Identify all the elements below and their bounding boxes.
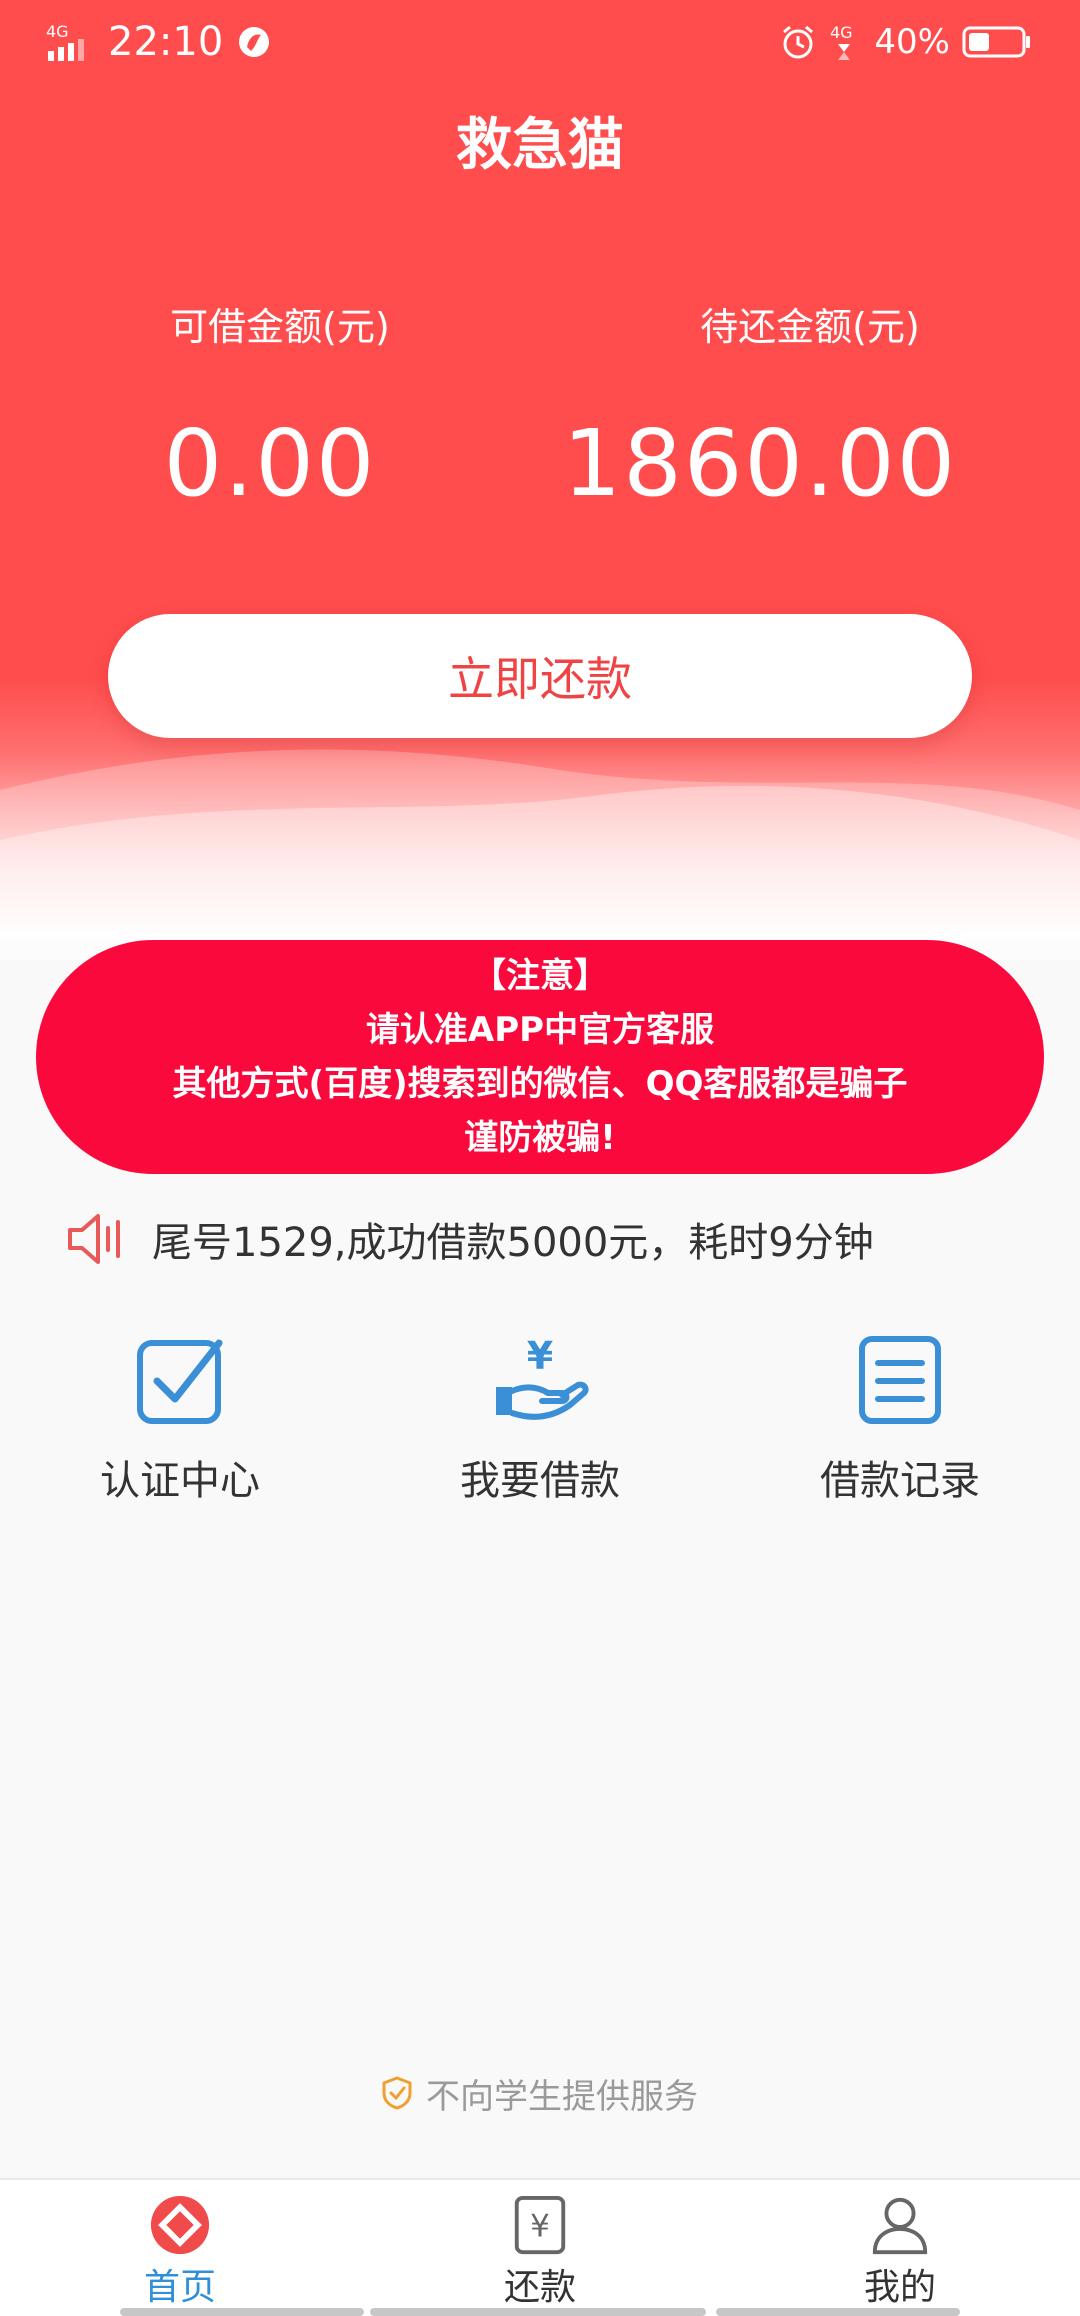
menu-label: 我要借款 [460, 1458, 620, 1504]
home-diamond-icon [150, 2195, 210, 2255]
repay-now-button[interactable]: 立即还款 [108, 614, 972, 738]
user-icon [872, 2197, 928, 2255]
check-square-icon [130, 1330, 230, 1430]
available-amount-label: 可借金额(元) [170, 305, 390, 349]
speaker-icon [68, 1214, 120, 1264]
available-amount-value: 0.00 [163, 410, 377, 517]
ticker-text: 尾号1529,成功借款5000元，耗时9分钟 [152, 1220, 874, 1266]
svg-text:¥: ¥ [527, 1335, 553, 1378]
nav-gesture-bar [120, 2308, 364, 2316]
nav-gesture-bar [370, 2308, 706, 2316]
status-bar: 4G 22:10 4G 40% [0, 0, 1080, 84]
due-amount-label: 待还金额(元) [700, 305, 920, 349]
notice-line: 谨防被骗! [464, 1118, 616, 1158]
alarm-icon [783, 25, 814, 59]
mobile-data-icon: 4G [830, 23, 853, 60]
verification-center-button[interactable]: 认证中心 [40, 1330, 320, 1520]
menu-label: 借款记录 [820, 1458, 980, 1504]
due-amount-value: 1860.00 [562, 410, 958, 517]
shield-check-icon [382, 2076, 412, 2110]
tab-label: 首页 [143, 2267, 216, 2308]
yuan-hand-icon: ¥ [490, 1330, 590, 1430]
notice-line: 其他方式(百度)搜索到的微信、QQ客服都是骗子 [172, 1064, 908, 1104]
notice-line: 【注意】 [472, 956, 608, 996]
status-right: 4G 40% [780, 18, 1032, 66]
battery-icon [962, 26, 1030, 58]
signal-icon: 4G [46, 22, 84, 61]
loan-ticker: 尾号1529,成功借款5000元，耗时9分钟 [66, 1204, 874, 1274]
tab-label: 我的 [863, 2267, 936, 2308]
student-disclaimer: 不向学生提供服务 [0, 2066, 1080, 2120]
tab-profile[interactable]: 我的 [780, 2194, 1020, 2310]
nav-gesture-bar [716, 2308, 960, 2316]
svg-text:¥: ¥ [530, 2209, 550, 2245]
tab-label: 还款 [503, 2267, 576, 2308]
wave-decoration [0, 749, 1080, 960]
app-screen: 4G 22:10 4G 40% 救急猫 可借金额(元) 待还金额(元) 0.00… [0, 0, 1080, 2316]
clock: 22:10 [108, 19, 224, 65]
status-left: 4G 22:10 [46, 18, 271, 66]
apply-loan-button[interactable]: ¥ 我要借款 [400, 1330, 680, 1520]
loan-records-button[interactable]: 借款记录 [760, 1330, 1040, 1520]
yuan-doc-icon: ¥ [514, 2195, 566, 2255]
svg-text:4G: 4G [46, 22, 69, 41]
menu-label: 认证中心 [100, 1458, 260, 1504]
tab-repayment[interactable]: ¥ 还款 [420, 2194, 660, 2310]
svg-text:4G: 4G [830, 23, 853, 42]
notice-line: 请认准APP中官方客服 [365, 1010, 715, 1050]
page-title: 救急猫 [456, 113, 624, 178]
tab-home[interactable]: 首页 [60, 2194, 300, 2310]
battery-percent: 40% [874, 22, 950, 62]
list-doc-icon [850, 1330, 950, 1430]
disclaimer-text: 不向学生提供服务 [426, 2076, 698, 2117]
warning-notice: 【注意】 请认准APP中官方客服 其他方式(百度)搜索到的微信、QQ客服都是骗子… [36, 940, 1044, 1174]
bottom-tab-bar: 首页 ¥ 还款 我的 [0, 2178, 1080, 2316]
notification-icon [239, 27, 270, 57]
